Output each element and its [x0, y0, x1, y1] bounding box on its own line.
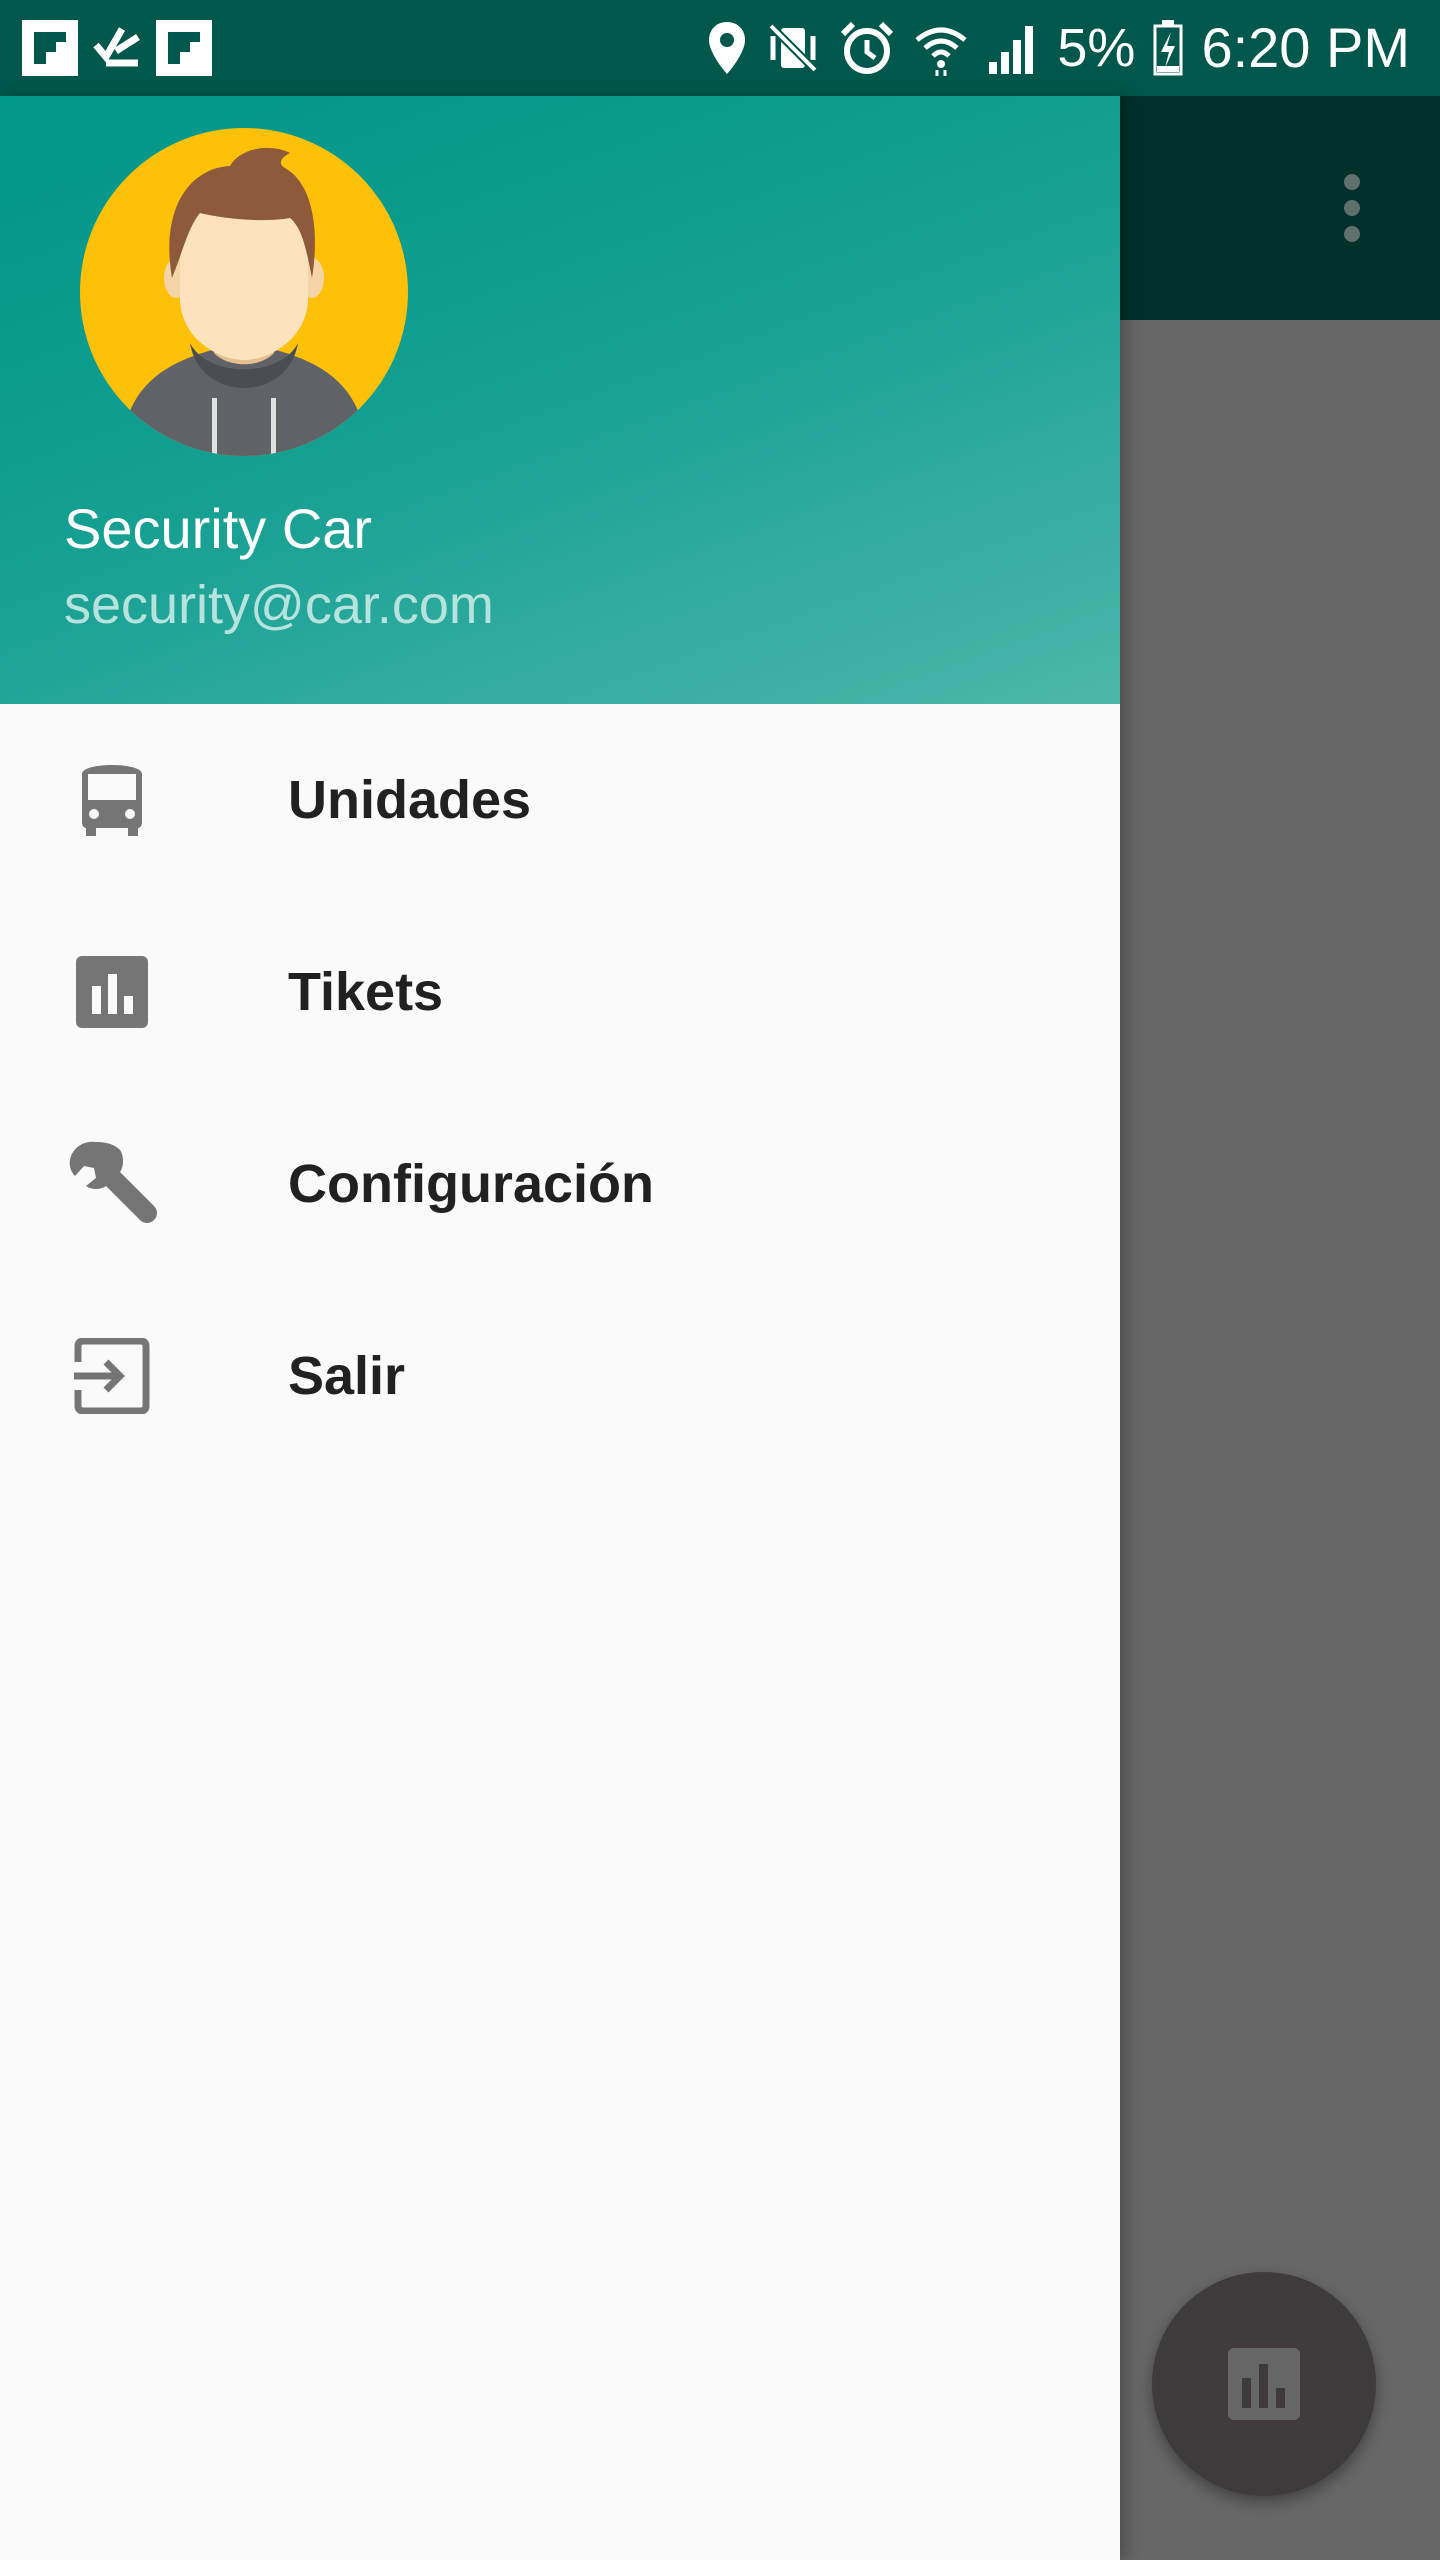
drawer-header: Security Car security@car.com [0, 96, 1120, 704]
menu-item-salir[interactable]: Salir [0, 1280, 1120, 1472]
exit-icon [60, 1336, 164, 1416]
location-icon [709, 22, 746, 74]
battery-percentage: 5% [1057, 18, 1136, 78]
menu-item-tikets[interactable]: Tikets [0, 896, 1120, 1088]
menu-item-label: Tikets [288, 962, 444, 1022]
flipboard-icon [156, 20, 212, 76]
battery-charging-icon [1153, 20, 1183, 76]
user-avatar[interactable] [80, 128, 408, 456]
more-vert-icon[interactable] [1330, 168, 1374, 258]
menu-item-configuracion[interactable]: Configuración [0, 1088, 1120, 1280]
alarm-icon [841, 21, 894, 74]
bar-chart-icon [60, 952, 164, 1032]
menu-item-label: Unidades [288, 770, 532, 830]
task-check-icon [93, 27, 140, 67]
status-bar: 5% 6:20 PM [0, 0, 1440, 96]
wrench-icon [60, 1141, 164, 1224]
vibrate-mute-icon [768, 23, 819, 73]
clock: 6:20 PM [1201, 16, 1410, 79]
menu-item-label: Salir [288, 1346, 406, 1406]
user-name: Security Car [64, 497, 373, 560]
wifi-icon [915, 27, 967, 76]
signal-icon [989, 26, 1034, 74]
bus-icon [60, 760, 164, 840]
system-status: 5% 6:20 PM [707, 0, 1410, 96]
menu-item-label: Configuración [288, 1154, 654, 1214]
menu-item-unidades[interactable]: Unidades [0, 704, 1120, 896]
fab-button[interactable] [1152, 2272, 1376, 2496]
navigation-drawer: Security Car security@car.com Unidades T… [0, 96, 1120, 2560]
bar-chart-icon [1228, 2348, 1300, 2420]
user-email: security@car.com [64, 575, 494, 635]
flipboard-icon [22, 20, 78, 76]
notification-icons [22, 20, 212, 76]
